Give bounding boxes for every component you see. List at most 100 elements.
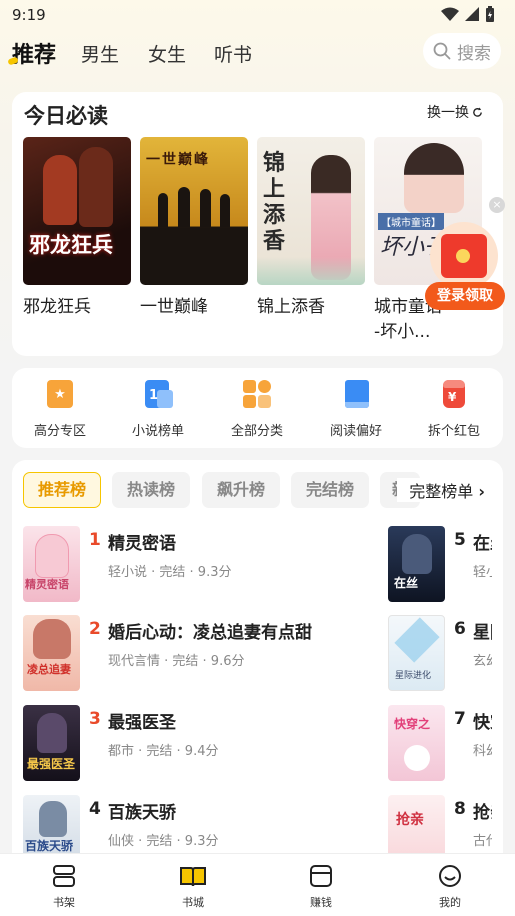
book-card[interactable]: 邪龙狂兵 邪龙狂兵 [23,137,131,320]
entry-cover: 在丝 [388,526,445,602]
book-cover: 邪龙狂兵 [23,137,131,285]
search-label: 搜索 [457,43,491,64]
entry-cover: 凌总追妻 [23,615,80,691]
quick-link-label: 拆个红包 [427,424,480,439]
ranking-entry[interactable]: 凌总追妻 2 婚后心动：凌总追妻有点甜 现代言情 · 完结 · 9.6分 [23,615,383,691]
quick-link-high-score[interactable]: ★ 高分专区 [20,378,100,439]
rank-tab-recommend[interactable]: 推荐榜 [23,472,101,508]
entry-rank: 6 [454,619,466,639]
entry-title: 抢亲 [473,803,492,823]
refresh-button[interactable]: 换一换 [427,102,483,122]
cover-figure [43,155,77,225]
quick-link-reading-preference[interactable]: 阅读偏好 [316,378,396,439]
open-book-icon [180,867,206,887]
entry-title: 婚后心动：凌总追妻有点甜 [108,623,312,643]
quick-links: ★ 高分专区 1 小说榜单 全部分类 阅读偏好 ¥ 拆个红包 [12,368,503,448]
entry-meta: 轻小说 · 完结 · 9.3分 [108,565,232,580]
tab-female[interactable]: 女生 [148,40,186,67]
status-time: 9:19 [12,6,46,24]
entry-meta: 现代言情 · 完结 · 9.6分 [108,654,245,669]
cover-figure [79,147,113,227]
ranking-entry[interactable]: 在丝 5 在丝 轻小 [388,526,492,602]
ranking-entry[interactable]: 抢亲 8 抢亲 古代 [388,795,492,860]
entry-title: 快穿 [473,713,492,733]
entry-rank: 7 [454,709,466,729]
chevron-right-icon: › [478,482,485,501]
red-packet-icon: ¥ [439,378,469,410]
ranking-entry[interactable]: 最强医圣 3 最强医圣 都市 · 完结 · 9.4分 [23,705,383,781]
quick-link-all-categories[interactable]: 全部分类 [217,378,297,439]
tab-recommend[interactable]: 推荐 [12,37,56,69]
cover-figure [158,193,168,227]
cover-figure [404,143,464,213]
rank-tab-completed[interactable]: 完结榜 [291,472,369,508]
bottom-nav-bookstore[interactable]: 书城 [163,864,223,910]
ranking-right-column: 在丝 5 在丝 轻小 星际进化 6 星际 玄幻 快穿之 7 快穿 科幻 [387,520,492,860]
category-grid-icon [242,378,272,410]
star-badge-icon: ★ [45,378,75,410]
entry-meta: 仙侠 · 完结 · 9.3分 [108,834,219,849]
bottom-nav: 书架 书城 赚钱 我的 [0,853,515,916]
bottom-nav-label: 赚钱 [310,896,332,909]
promo-close-button[interactable]: × [489,197,505,213]
wifi-icon [441,7,459,21]
rank-tab-hot[interactable]: 热读榜 [112,472,190,508]
cover-decoration [257,257,365,285]
ranking-entry[interactable]: 百族天骄 4 百族天骄 仙侠 · 完结 · 9.3分 [23,795,383,860]
status-bar: 9:19 [0,0,515,30]
rank-tab-rising[interactable]: 飙升榜 [202,472,280,508]
entry-cover: 星际进化 [388,615,445,691]
ranking-entry[interactable]: 星际进化 6 星际 玄幻 [388,615,492,691]
entry-cover: 抢亲 [388,795,445,860]
cover-figure [220,194,230,227]
entry-rank: 3 [89,709,101,729]
quick-link-label: 高分专区 [33,424,86,439]
book-title: 锦上添香 [257,297,325,317]
entry-title: 在丝 [473,534,492,554]
cover-title: 一世巅峰 [146,152,210,168]
refresh-label: 换一换 [427,105,469,121]
quick-link-red-packet[interactable]: ¥ 拆个红包 [414,378,494,439]
wallet-icon [310,865,332,887]
entry-meta: 科幻 [473,744,492,759]
quick-link-novel-ranking[interactable]: 1 小说榜单 [118,378,198,439]
bottom-nav-earn[interactable]: 赚钱 [291,864,351,910]
entry-meta: 玄幻 [473,654,492,669]
book-cover: 一世巅峰 [140,137,248,285]
bottom-nav-label: 书城 [182,896,204,909]
battery-icon [486,6,494,22]
bottom-nav-me[interactable]: 我的 [420,864,480,910]
tab-male[interactable]: 男生 [81,40,119,67]
cover-title: 锦上添香 [263,151,286,254]
book-card[interactable]: 锦上添香 锦上添香 [257,137,365,320]
book-card[interactable]: 一世巅峰 一世巅峰 [140,137,248,320]
entry-meta: 都市 · 完结 · 9.4分 [108,744,219,759]
tab-audiobook[interactable]: 听书 [214,40,252,67]
ranking-entry[interactable]: 快穿之 7 快穿 科幻 [388,705,492,781]
quick-link-label: 小说榜单 [131,424,184,439]
entry-title: 精灵密语 [108,534,176,554]
search-icon [433,42,451,60]
entry-rank: 1 [89,530,101,550]
ranking-entry[interactable]: 精灵密语 1 精灵密语 轻小说 · 完结 · 9.3分 [23,526,383,602]
entry-meta: 轻小 [473,565,492,580]
entry-rank: 4 [89,799,101,819]
bottom-nav-bookshelf[interactable]: 书架 [34,864,94,910]
entry-cover: 精灵密语 [23,526,80,602]
entry-rank: 8 [454,799,466,819]
entry-cover: 最强医圣 [23,705,80,781]
bookmark-book-icon [341,378,371,410]
login-reward-promo[interactable]: 登录领取 [425,222,505,310]
entry-title: 星际 [473,623,492,643]
status-icons [441,6,495,22]
refresh-icon [473,106,482,117]
full-ranking-link[interactable]: 完整榜单 › [397,478,485,502]
book-cover: 锦上添香 [257,137,365,285]
cover-figure [178,187,190,227]
bookshelf-icon [53,865,75,887]
quick-link-label: 全部分类 [230,424,283,439]
cover-figure [200,189,211,227]
red-envelope-icon [441,234,487,278]
search-button[interactable]: 搜索 [423,33,501,69]
bottom-nav-label: 书架 [53,896,75,909]
